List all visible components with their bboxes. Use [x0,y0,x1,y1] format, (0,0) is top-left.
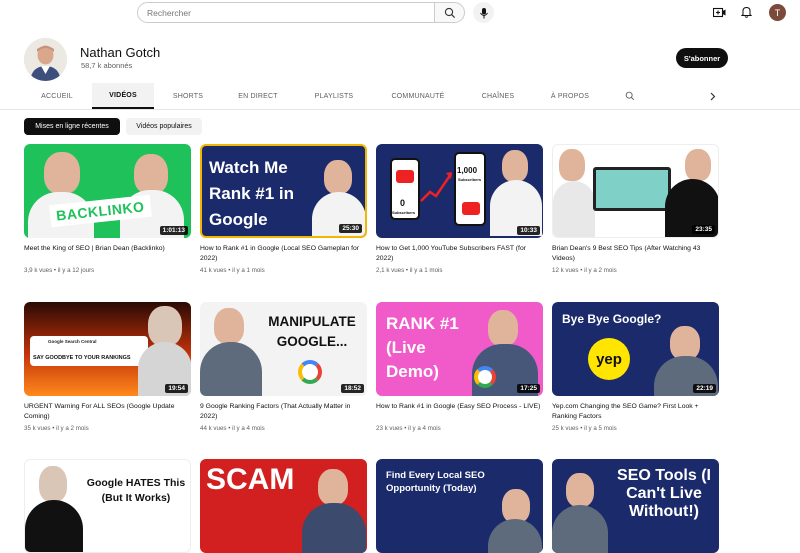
video-thumbnail[interactable]: 0 Subscribers 1,000 Subscribers 10:33 [376,144,543,238]
video-title[interactable]: Yep.com Changing the SEO Game? First Loo… [552,402,719,421]
search-button[interactable] [434,2,465,23]
video-meta: 2,1 k vues • il y a 1 mois [376,267,443,274]
thumb-text: Subscribers [458,177,482,182]
channel-tabs: ACCUEIL VIDÉOS SHORTS EN DIRECT PLAYLIST… [0,83,800,110]
video-card[interactable]: Google Search Central SAY GOODBYE TO YOU… [24,302,191,432]
top-bar: Rechercher T [0,0,800,24]
tab-en-direct[interactable]: EN DIRECT [226,83,290,109]
video-card[interactable]: Bye Bye Google? yep 22:19 Yep.com Changi… [552,302,719,432]
search-input[interactable]: Rechercher [137,2,435,23]
video-card[interactable]: SEO Tools (I Can't Live Without!) [552,459,719,553]
video-card[interactable]: RANK #1 (Live Demo) 17:25 How to Rank #1… [376,302,543,432]
video-meta: 3,9 k vues • il y a 12 jours [24,267,95,274]
video-title[interactable]: How to Rank #1 in Google (Easy SEO Proce… [376,402,543,421]
user-avatar[interactable]: T [769,4,786,21]
search-icon [625,91,635,101]
duration-badge: 18:52 [341,384,364,393]
channel-avatar [24,38,67,81]
thumb-text: SAY GOODBYE TO YOUR RANKINGS [33,355,131,361]
duration-badge: 17:25 [517,384,540,393]
video-meta: 12 k vues • il y a 2 mois [552,267,617,274]
video-thumbnail[interactable]: Bye Bye Google? yep 22:19 [552,302,719,396]
thumb-text: Bye Bye Google? [562,312,662,326]
thumb-text: Google Search Central [48,339,97,344]
video-card[interactable]: 23:35 Brian Dean's 9 Best SEO Tips (Afte… [552,144,719,274]
tab-accueil[interactable]: ACCUEIL [24,83,90,109]
duration-badge: 23:35 [692,225,715,234]
video-card[interactable]: MANIPULATE GOOGLE... 18:52 9 Google Rank… [200,302,367,432]
duration-badge: 19:54 [165,384,188,393]
video-title[interactable]: Brian Dean's 9 Best SEO Tips (After Watc… [552,244,719,263]
duration-badge: 1:01:13 [159,226,188,235]
chip-recent[interactable]: Mises en ligne récentes [24,118,120,135]
tab-a-propos[interactable]: À PROPOS [540,83,600,109]
thumb-text: Google HATES This (But It Works) [86,477,186,504]
video-card[interactable]: Find Every Local SEO Opportunity (Today) [376,459,543,553]
thumb-text: SCAM [206,463,295,496]
duration-badge: 22:19 [693,384,716,393]
create-button[interactable] [712,5,726,19]
tab-search[interactable] [620,83,640,109]
tabs-scroll-right[interactable] [704,83,722,109]
thumb-text: RANK #1 (Live Demo) [386,314,459,381]
thumb-text: Subscribers [392,210,416,215]
thumb-text: 1,000 [457,166,478,175]
yep-logo: yep [588,338,630,380]
video-meta: 41 k vues • il y a 1 mois [200,267,265,274]
subscriber-count: 58,7 k abonnés [81,61,133,70]
video-thumbnail[interactable]: SCAM [200,459,367,553]
tab-playlists[interactable]: PLAYLISTS [302,83,366,109]
video-thumbnail[interactable]: Google HATES This (But It Works) [24,459,191,553]
notifications-button[interactable] [739,5,753,19]
video-title[interactable]: How to Rank #1 in Google (Local SEO Game… [200,244,367,263]
duration-badge: 10:33 [517,226,540,235]
video-meta: 35 k vues • il y a 2 mois [24,425,89,432]
subscribe-button[interactable]: S'abonner [676,48,728,68]
video-card[interactable]: SCAM [200,459,367,553]
tab-videos[interactable]: VIDÉOS [92,83,154,109]
video-title[interactable]: Meet the King of SEO | Brian Dean (Backl… [24,244,191,263]
video-thumbnail[interactable]: Watch Me Rank #1 in Google 25:30 [200,144,367,238]
video-title[interactable]: 9 Google Ranking Factors (That Actually … [200,402,367,421]
video-thumbnail[interactable]: SEO Tools (I Can't Live Without!) [552,459,719,553]
thumb-text: SEO Tools (I Can't Live Without!) [617,467,711,520]
video-card[interactable]: Google HATES This (But It Works) [24,459,191,553]
mic-icon [479,7,488,18]
duration-badge: 25:30 [339,224,362,233]
video-meta: 23 k vues • il y a 4 mois [376,425,441,432]
thumb-text: MANIPULATE GOOGLE... [268,314,356,349]
voice-search-button[interactable] [473,2,494,23]
chip-popular[interactable]: Vidéos populaires [126,118,202,135]
video-card[interactable]: Watch Me Rank #1 in Google 25:30 How to … [200,144,367,274]
video-thumbnail[interactable]: MANIPULATE GOOGLE... 18:52 [200,302,367,396]
channel-name: Nathan Gotch [80,45,161,60]
video-title[interactable]: URGENT Warning For ALL SEOs (Google Upda… [24,402,191,421]
video-title[interactable]: How to Get 1,000 YouTube Subscribers FAS… [376,244,543,263]
video-card[interactable]: 0 Subscribers 1,000 Subscribers 10:33 Ho… [376,144,543,274]
create-icon [712,7,725,17]
thumb-text: Watch Me Rank #1 in Google [209,158,295,229]
tab-communaute[interactable]: COMMUNAUTÉ [382,83,454,109]
thumb-text: 0 [400,198,406,208]
video-card[interactable]: BACKLINKO 1:01:13 Meet the King of SEO |… [24,144,191,274]
video-thumbnail[interactable]: Google Search Central SAY GOODBYE TO YOU… [24,302,191,396]
video-thumbnail[interactable]: Find Every Local SEO Opportunity (Today) [376,459,543,553]
video-meta: 25 k vues • il y a 5 mois [552,425,617,432]
thumb-text: Find Every Local SEO Opportunity (Today) [386,470,485,494]
video-meta: 44 k vues • il y a 4 mois [200,425,265,432]
tab-shorts[interactable]: SHORTS [160,83,216,109]
bell-icon [740,6,752,18]
video-thumbnail[interactable]: RANK #1 (Live Demo) 17:25 [376,302,543,396]
chevron-right-icon [710,92,716,100]
search-icon [444,7,455,18]
video-thumbnail[interactable]: 23:35 [552,144,719,238]
tab-chaines[interactable]: CHAÎNES [468,83,528,109]
video-thumbnail[interactable]: BACKLINKO 1:01:13 [24,144,191,238]
